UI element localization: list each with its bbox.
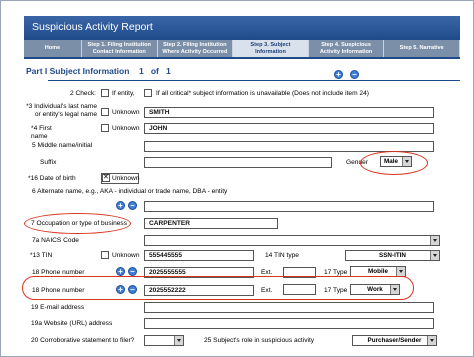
remove-alt-name-minus-icon[interactable]: – [128,201,137,210]
first-name-field[interactable]: JOHN [144,123,434,134]
legal-name-unknown-checkbox[interactable] [101,108,109,116]
step-tabs: Home Step 1. Filing Institution Contact … [24,40,460,59]
dob-unknown-checkbox[interactable] [102,173,110,182]
occupation-field[interactable]: CARPENTER [144,218,278,229]
dob-label: *16 Date of birth [28,175,76,182]
first-name-unknown-checkbox[interactable] [101,124,109,132]
corroborative-select[interactable] [144,335,184,346]
website-field[interactable] [144,318,434,329]
part-header: Part I Subject Information 1 of 1 [24,66,460,81]
tab-step-3[interactable]: Step 3. Subject Information [233,40,309,57]
suffix-label: Suffix [40,159,57,166]
remove-subject-minus-icon[interactable]: – [350,70,359,79]
entity-checkbox[interactable] [101,89,109,97]
chevron-down-icon [430,236,439,245]
chevron-down-icon [427,336,436,345]
naics-select[interactable] [144,235,440,246]
entity-label: If entity, [112,90,135,97]
phone-1-type-label: 17 Type [324,269,348,276]
tab-step-2[interactable]: Step 2. Filing Institution Where Activit… [158,40,234,57]
tin-type-label: 14 TIN type [265,252,299,259]
role-select[interactable]: Purchaser/Sender [352,335,437,346]
email-field[interactable] [144,302,434,313]
first-name-unknown-label: Unknown [112,125,140,132]
email-label: 19 E-mail address [31,304,85,311]
part-pager: 1 of 1 [139,66,171,76]
tin-unknown-checkbox[interactable] [101,251,109,259]
add-phone-plus-icon[interactable]: + [116,267,125,276]
chevron-down-icon [430,251,439,260]
chevron-down-icon [396,267,405,276]
legal-name-unknown-label: Unknown [112,109,140,116]
add-alt-name-plus-icon[interactable]: + [116,201,125,210]
corroborative-label: 20 Corroborative statement to filer? [31,337,135,344]
first-name-label: *4 First name [31,125,52,140]
add-subject-plus-icon[interactable]: + [334,70,343,79]
suffix-field[interactable] [144,157,332,168]
critical-info-unavailable-checkbox[interactable] [144,89,152,97]
highlight-oval-gender [360,151,428,175]
remove-phone-minus-icon[interactable]: – [128,267,137,276]
tin-unknown-label: Unknown [112,252,140,259]
middle-name-label: 5 Middle name/initial [32,142,93,149]
window-title: Suspicious Activity Report [24,16,460,40]
alt-name-field[interactable] [144,201,434,212]
critical-info-unavailable-label: If all critical* subject information is … [156,90,369,97]
tab-step-5[interactable]: Step 5. Narrative [384,40,460,57]
chevron-down-icon [174,336,183,345]
tab-step-4[interactable]: Step 4. Suspicious Activity Information [309,40,385,57]
check-label: 2 Check: [69,90,96,97]
alt-name-label: 6 Alternate name, e.g., AKA - individual… [32,188,228,195]
dob-unknown-label: Unknown [112,175,140,182]
website-label: 19a Website (URL) address [31,320,113,327]
phone-1-label: 18 Phone number [32,269,85,276]
highlight-oval-phone [22,276,414,300]
legal-name-field[interactable]: SMITH [144,107,434,118]
highlight-oval-occupation [24,213,131,234]
part-title: Part I Subject Information [26,66,130,76]
tab-step-1[interactable]: Step 1. Filing Institution Contact Infor… [82,40,158,57]
part-divider [48,80,460,81]
naics-label: 7a NAICS Code [32,237,79,244]
tab-home[interactable]: Home [24,40,82,57]
role-label: 25 Subject's role in suspicious activity [204,337,315,344]
tin-type-select[interactable]: SSN-ITIN [345,250,440,261]
legal-name-label: *3 Individual's last name or entity's le… [26,103,97,118]
tin-field[interactable]: 555445555 [144,250,254,261]
phone-1-ext-label: Ext. [261,269,273,276]
tin-label: *13 TIN [30,252,53,259]
